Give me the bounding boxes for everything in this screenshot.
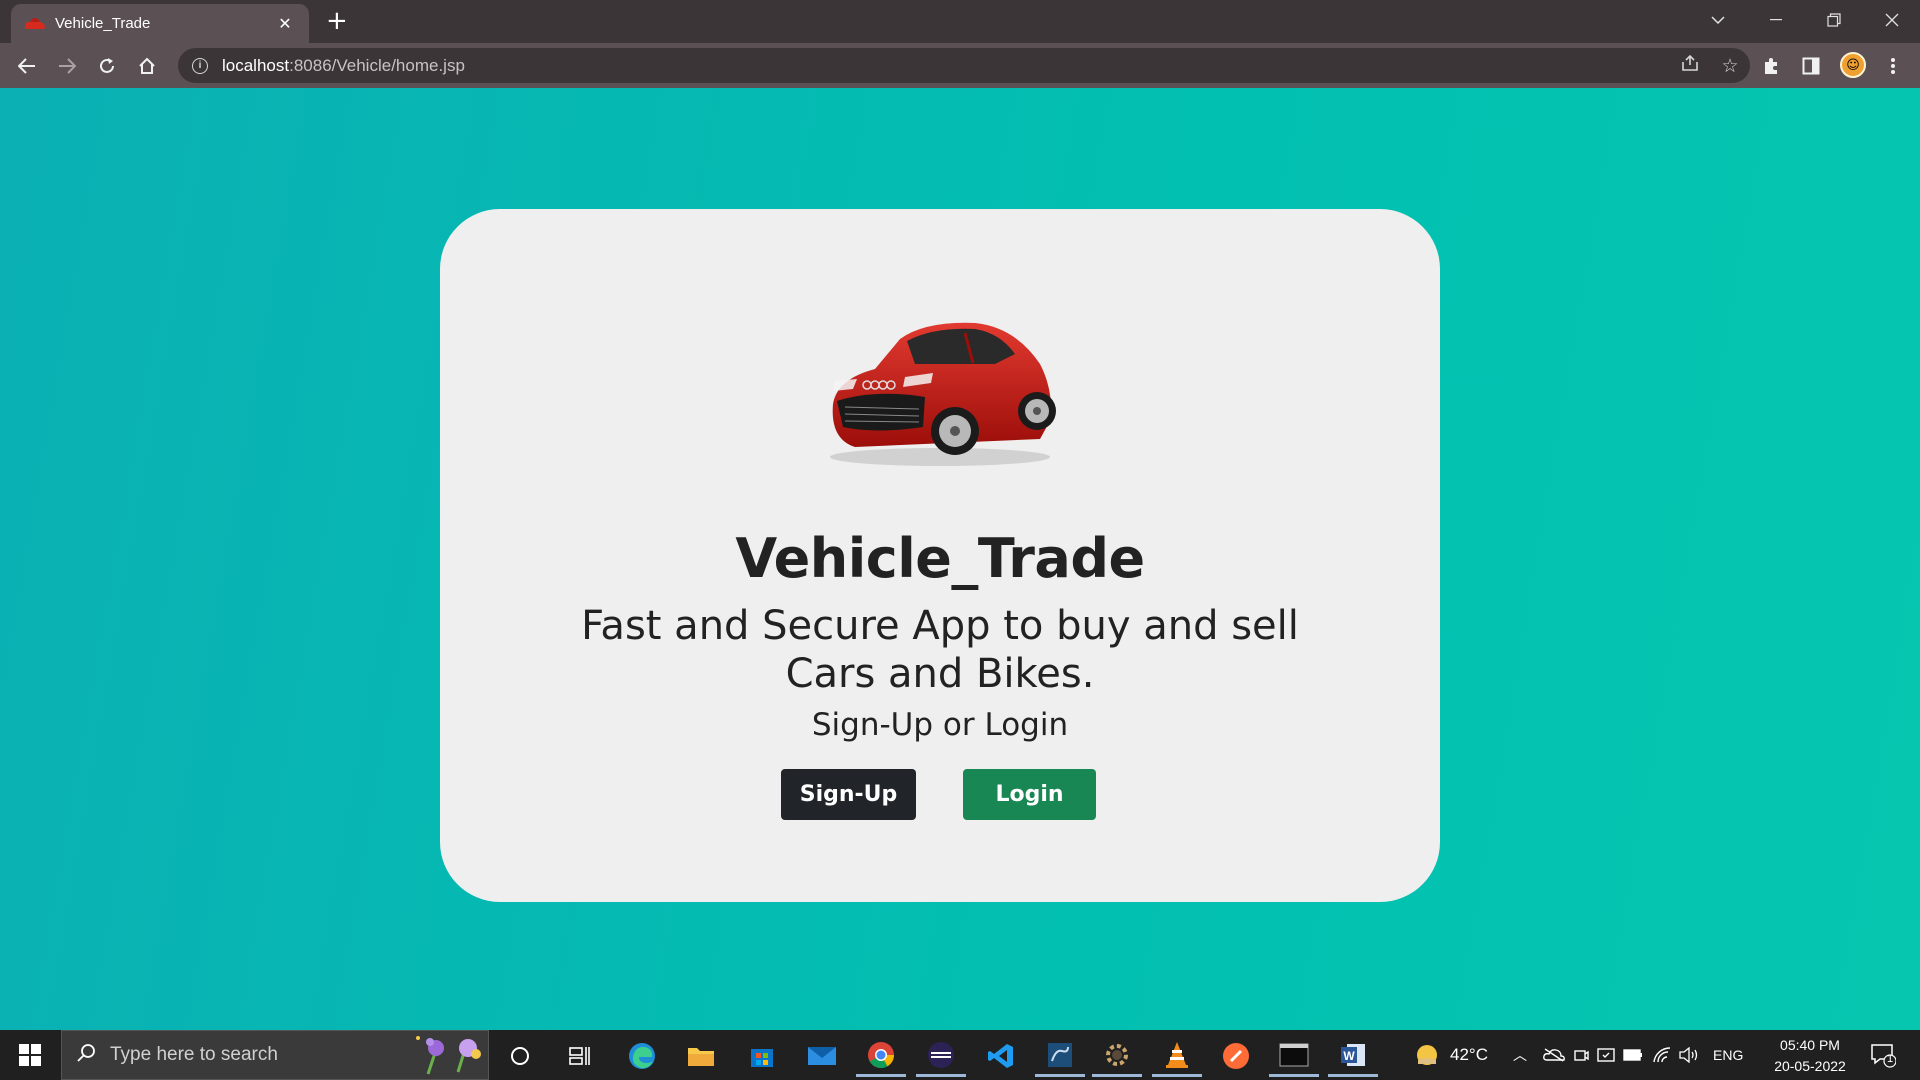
browser-titlebar: Vehicle_Trade ✕ + [0,0,1920,43]
weather-widget[interactable]: 42°C [1414,1030,1488,1080]
close-window-button[interactable] [1864,0,1920,40]
word-icon[interactable]: W [1328,1035,1378,1077]
weather-temp: 42°C [1450,1045,1488,1064]
restore-button[interactable] [1806,0,1862,40]
task-view-icon[interactable] [555,1035,605,1077]
windows-taskbar: Type here to search W 42°C ︿ ENG 05:40 P… [0,1030,1920,1080]
bookmark-star-icon[interactable]: ☆ [1710,55,1750,77]
tagline: Fast and Secure App to buy and sell Cars… [581,603,1299,697]
terminal-icon[interactable] [1269,1035,1319,1077]
onedrive-cloud-icon[interactable] [1543,1048,1565,1062]
mysql-workbench-icon[interactable] [1035,1035,1085,1077]
notification-center-icon[interactable]: 1 [1870,1042,1897,1068]
clock-time: 05:40 PM [1780,1037,1840,1053]
browser-tab[interactable]: Vehicle_Trade ✕ [11,4,309,43]
car-favicon-icon [25,17,45,30]
settings-gear-icon[interactable] [1092,1035,1142,1077]
windows-start-icon[interactable] [0,1030,60,1080]
chevron-up-icon[interactable]: ︿ [1513,1045,1535,1065]
security-shield-icon[interactable] [1597,1047,1615,1063]
forward-arrow-icon[interactable] [52,51,82,81]
browser-toolbar: i localhost:8086/Vehicle/home.jsp ☆ ☺ [0,43,1920,88]
language-indicator[interactable]: ENG [1713,1047,1743,1063]
taskbar-search-box[interactable]: Type here to search [61,1030,489,1080]
meet-now-icon[interactable] [1573,1047,1589,1063]
file-explorer-icon[interactable] [676,1035,726,1077]
new-tab-button[interactable]: + [326,6,348,36]
share-icon[interactable] [1670,54,1710,77]
red-car-image [830,322,1056,466]
system-tray: ︿ ENG [1513,1030,1743,1080]
back-arrow-icon[interactable] [12,51,42,81]
vlc-icon[interactable] [1152,1035,1202,1077]
eclipse-icon[interactable] [916,1035,966,1077]
menu-kebab-icon[interactable] [1878,51,1908,81]
vscode-icon[interactable] [976,1035,1026,1077]
microsoft-store-icon[interactable] [737,1035,787,1077]
wifi-icon[interactable] [1653,1047,1671,1063]
clock-date: 20-05-2022 [1774,1058,1846,1074]
edge-browser-icon[interactable] [617,1035,667,1077]
url-text: localhost:8086/Vehicle/home.jsp [222,55,465,75]
page-background: Vehicle_Trade Fast and Secure App to buy… [0,88,1920,1030]
site-title: Vehicle_Trade [735,527,1145,590]
taskbar-clock[interactable]: 05:40 PM 20-05-2022 [1760,1035,1860,1077]
search-highlight-flowers-icon [416,1036,481,1075]
close-tab-icon[interactable]: ✕ [275,14,295,33]
chrome-icon[interactable] [856,1035,906,1077]
postman-icon[interactable] [1211,1035,1261,1077]
signup-button[interactable]: Sign-Up [781,769,916,820]
login-button[interactable]: Login [963,769,1096,820]
tab-title: Vehicle_Trade [55,15,151,32]
side-panel-icon[interactable] [1796,51,1826,81]
minimize-button[interactable] [1748,0,1804,40]
reload-icon[interactable] [92,51,122,81]
extensions-puzzle-icon[interactable] [1756,51,1786,81]
svg-text:W: W [1343,1049,1355,1063]
volume-icon[interactable] [1679,1047,1699,1063]
home-icon[interactable] [132,51,162,81]
search-placeholder: Type here to search [110,1044,278,1065]
tab-search-chevron-icon[interactable] [1690,0,1746,40]
profile-avatar[interactable]: ☺ [1840,52,1866,78]
search-icon [76,1043,96,1068]
weather-sun-icon [1417,1045,1437,1065]
cortana-icon[interactable] [495,1035,545,1077]
notification-count: 1 [1886,1053,1894,1065]
mail-icon[interactable] [797,1035,847,1077]
battery-icon[interactable] [1623,1049,1643,1061]
address-bar[interactable]: i localhost:8086/Vehicle/home.jsp ☆ [178,48,1750,83]
welcome-card: Vehicle_Trade Fast and Secure App to buy… [440,209,1440,902]
site-info-icon[interactable]: i [192,57,208,74]
signup-login-prompt: Sign-Up or Login [811,707,1069,743]
